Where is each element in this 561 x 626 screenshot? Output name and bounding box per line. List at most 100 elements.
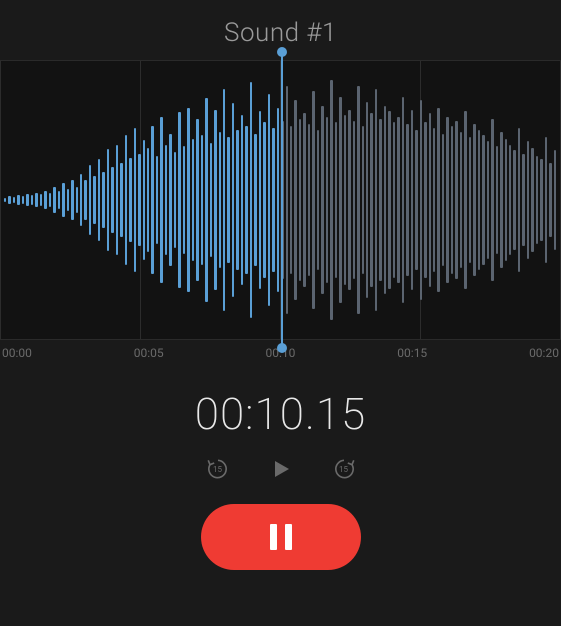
waveform-bar (120, 163, 122, 237)
waveform-bar (393, 122, 395, 277)
waveform-bar (165, 145, 167, 256)
waveform-bar (205, 98, 207, 301)
waveform-bar (536, 156, 538, 245)
waveform-bar (49, 193, 51, 208)
waveform-bar (44, 191, 46, 209)
waveform-bar (330, 80, 332, 320)
waveform-bar (236, 130, 238, 270)
play-button[interactable] (269, 457, 293, 481)
waveform-bar (67, 189, 69, 211)
waveform-bar (303, 113, 305, 287)
waveform-bar (455, 121, 457, 280)
waveform-bar (196, 119, 198, 281)
waveform-bar (353, 121, 355, 280)
waveform-bar (192, 139, 194, 261)
waveform-area[interactable] (0, 60, 561, 340)
waveform-bar (437, 108, 439, 293)
waveform-bar (201, 135, 203, 264)
waveform-bar (500, 132, 502, 269)
waveform-bar (496, 146, 498, 253)
waveform-bar (241, 115, 243, 285)
waveform-bar (402, 97, 404, 304)
current-time: 00:10.15 (195, 388, 367, 440)
waveform-bar (156, 156, 158, 245)
waveform-bar (505, 139, 507, 261)
time-tick: 00:00 (2, 346, 32, 360)
waveform-bar (540, 159, 542, 240)
waveform-bar (411, 110, 413, 291)
skip-forward-label: 15 (339, 465, 348, 474)
waveform-bar (277, 108, 279, 293)
waveform-bar (151, 126, 153, 274)
timestamp: 00:10.15 (0, 388, 561, 440)
waveform-bar (473, 124, 475, 275)
waveform-bar (424, 122, 426, 277)
waveform-bar (397, 117, 399, 283)
waveform-bar (545, 137, 547, 263)
waveform-bar (317, 130, 319, 270)
time-tick: 00:05 (134, 346, 164, 360)
waveform-bar (388, 111, 390, 288)
waveform-bar (71, 180, 73, 221)
waveform-bar (478, 130, 480, 270)
waveform-bar (429, 113, 431, 287)
waveform-bar (294, 100, 296, 299)
waveform-bar (214, 110, 216, 291)
playhead[interactable] (281, 51, 283, 349)
record-row (0, 504, 561, 570)
waveform-bar (22, 196, 24, 203)
waveform-bar (491, 119, 493, 281)
waveform-bar (339, 97, 341, 304)
waveform-bar (227, 137, 229, 263)
waveform-bar (53, 187, 55, 213)
waveform-bar (89, 165, 91, 235)
waveform-bar (174, 152, 176, 248)
waveform-bar (107, 149, 109, 251)
waveform-bar (259, 111, 261, 288)
waveform-bar (219, 132, 221, 269)
pause-icon (270, 524, 292, 550)
waveform-bar (527, 141, 529, 259)
waveform-bar (93, 176, 95, 224)
waveform-bar (232, 103, 234, 297)
waveform-bar (348, 110, 350, 291)
waveform-bar (111, 167, 113, 233)
waveform-bar (460, 132, 462, 269)
waveform-bar (464, 111, 466, 288)
waveform-bar (125, 135, 127, 264)
waveform-bar (420, 100, 422, 299)
waveform-bar (8, 196, 10, 203)
waveform-bar (286, 86, 288, 315)
waveform-bar (254, 134, 256, 267)
waveform-bar (138, 154, 140, 246)
waveform-bar (160, 117, 162, 283)
waveform-bar (362, 126, 364, 274)
waveform-bar (13, 197, 15, 203)
waveform-bar (406, 124, 408, 275)
waveform-bar (147, 148, 149, 251)
skip-back-button[interactable]: 15 (203, 454, 233, 484)
waveform-bar (129, 158, 131, 243)
waveform-bar (250, 82, 252, 318)
waveform-bar (62, 183, 64, 216)
waveform-bar (299, 119, 301, 281)
waveform-bar (35, 193, 37, 208)
waveform-bar (116, 145, 118, 256)
recording-title: Sound #1 (0, 18, 561, 48)
play-icon (269, 457, 293, 481)
waveform-bar (102, 172, 104, 227)
waveform-bar (58, 191, 60, 209)
waveform-bar (451, 126, 453, 274)
waveform-bar (178, 112, 180, 287)
waveform-bar (513, 150, 515, 250)
waveform-bar (169, 134, 171, 267)
waveform-bar (134, 128, 136, 272)
waveform-bar (4, 198, 6, 202)
skip-forward-button[interactable]: 15 (329, 454, 359, 484)
time-tick: 00:20 (529, 346, 559, 360)
waveform-bar (357, 86, 359, 315)
record-pause-button[interactable] (201, 504, 361, 570)
waveform-bar (272, 128, 274, 272)
waveform-bar (442, 134, 444, 267)
waveform-bar (290, 126, 292, 274)
